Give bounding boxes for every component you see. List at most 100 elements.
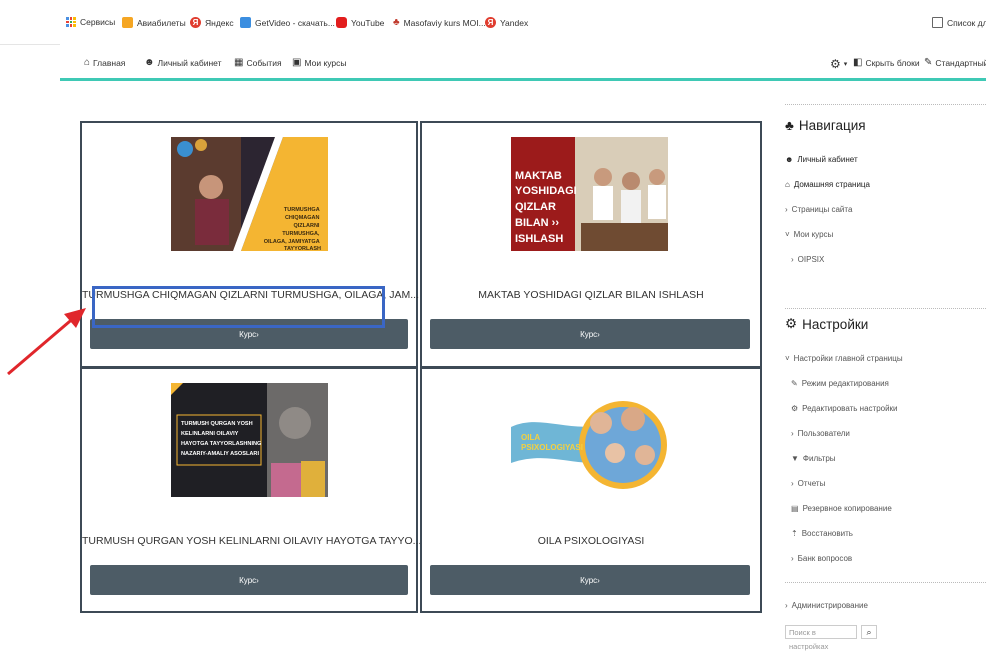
sidebar-item-restore[interactable]: ⇡ Восстановить: [791, 529, 853, 538]
course-button[interactable]: Курс ›: [430, 565, 750, 595]
nav-my-courses[interactable]: ▣ Мои курсы: [292, 57, 347, 68]
course-title[interactable]: OILA PSIXOLOGIYASI: [422, 535, 760, 547]
sidebar-item-label: Мои курсы: [793, 230, 834, 239]
hide-blocks-button[interactable]: ◧ Скрыть блоки: [853, 57, 920, 68]
nav-calendar[interactable]: ▦ События: [234, 57, 282, 68]
sidebar-item-administration[interactable]: › Администрирование: [785, 601, 868, 610]
chevron-down-icon: ˅: [785, 230, 790, 239]
yandex-icon: Я: [485, 17, 496, 28]
course-image: MAKTAB YOSHIDAGI QIZLAR BILAN ›› ISHLASH: [511, 137, 668, 251]
home-icon: ⌂: [84, 57, 91, 68]
chevron-right-icon: ›: [791, 554, 794, 563]
nav-dashboard[interactable]: ☻ Личный кабинет: [144, 57, 221, 68]
sidebar-item-dashboard[interactable]: ☻ Личный кабинет: [785, 155, 858, 164]
bookmark-label: Авиабилеты: [137, 17, 186, 28]
bookmark-services[interactable]: Сервисы: [66, 17, 115, 27]
settings-search-input[interactable]: Поиск в настройках: [785, 625, 857, 651]
chevron-right-icon: ›: [597, 575, 600, 585]
block-title-label: Навигация: [798, 118, 866, 133]
bookmark-label: YouTube: [351, 17, 385, 28]
nav-label: Главная: [93, 57, 126, 68]
sidebar-item-label: Банк вопросов: [797, 554, 853, 563]
bookmark-yandex[interactable]: Я Yandex: [485, 17, 528, 28]
course-title[interactable]: MAKTAB YOSHIDAGI QIZLAR BILAN ISHLASH: [422, 289, 760, 301]
graduation-cap-icon: ♣: [393, 17, 400, 28]
sidebar-item-backup[interactable]: ▤ Резервное копирование: [791, 504, 892, 513]
gear-icon: ⚙: [830, 57, 841, 71]
chevron-right-icon: ›: [791, 429, 794, 438]
sidebar-item-site-pages[interactable]: › Страницы сайта: [785, 205, 852, 214]
nav-label: Стандартный в: [935, 57, 986, 68]
bookmark-masofaviy[interactable]: ♣ Masofaviy kurs MOI...: [393, 17, 486, 28]
sidebar-item-home[interactable]: ⌂ Домашняя страница: [785, 180, 870, 189]
settings-menu-button[interactable]: ⚙ ▾: [830, 57, 847, 71]
sidebar-item-filters[interactable]: ▼ Фильтры: [791, 454, 836, 463]
plane-ticket-icon: [122, 17, 133, 28]
chevron-right-icon: ›: [256, 575, 259, 585]
search-icon[interactable]: ⌕: [861, 625, 877, 639]
bookmark-yandex-ru[interactable]: Я Яндекс: [190, 17, 234, 28]
annotation-arrow-icon: [7, 308, 86, 376]
reading-list-icon: [932, 17, 943, 28]
sidebar-item-label: Администрирование: [791, 601, 868, 610]
sidebar-item-edit-settings[interactable]: ⚙ Редактировать настройки: [791, 404, 898, 413]
course-button[interactable]: Курс ›: [430, 319, 750, 349]
bookmark-youtube[interactable]: YouTube: [336, 17, 384, 28]
course-card[interactable]: TURMUSHGA CHIQMAGAN QIZLARNI TURMUSHGA, …: [80, 121, 419, 368]
upload-icon: ⇡: [791, 529, 798, 538]
nav-label: Личный кабинет: [157, 57, 222, 68]
bookmark-label: Яндекс: [205, 17, 234, 28]
bookmark-label: Yandex: [500, 17, 529, 28]
course-card[interactable]: TURMUSH QURGAN YOSH KELINLARNI OILAVIY H…: [80, 367, 421, 613]
bookmark-reading-list[interactable]: Список для: [932, 17, 986, 28]
course-button-label: Курс: [239, 329, 257, 339]
course-card[interactable]: MAKTAB YOSHIDAGI QIZLAR BILAN ›› ISHLASH…: [420, 121, 762, 368]
sidebar-item-label: Фильтры: [802, 454, 836, 463]
yandex-icon: Я: [190, 17, 201, 28]
bookmark-label: Список для: [947, 17, 986, 28]
sidebar-item-label: Режим редактирования: [801, 379, 889, 388]
chevron-right-icon: ›: [785, 205, 788, 214]
wrench-icon: ✎: [924, 57, 933, 68]
standard-view-button[interactable]: ✎ Стандартный в: [924, 57, 986, 68]
home-icon: ⌂: [785, 180, 790, 189]
annotation-highlight-box: [92, 286, 385, 328]
sidebar-item-label: OIPSIX: [797, 255, 825, 264]
nav-home[interactable]: ⌂ Главная: [84, 57, 125, 68]
sidebar-item-label: Страницы сайта: [791, 205, 853, 214]
briefcase-icon: ▣: [292, 57, 302, 68]
course-button[interactable]: Курс ›: [90, 565, 408, 595]
chevron-down-icon: ˅: [785, 354, 790, 363]
sidebar-item-label: Отчеты: [797, 479, 826, 488]
sidebar-item-label: Настройки главной страницы: [793, 354, 903, 363]
sidebar-item-label: Личный кабинет: [797, 155, 858, 164]
sidebar-item-course-oipsix[interactable]: › OIPSIX: [791, 255, 824, 264]
settings-block-title[interactable]: ⚙ Настройки: [785, 316, 868, 332]
sidebar-item-edit-mode[interactable]: ✎ Режим редактирования: [791, 379, 889, 388]
site-navbar: ⌂ Главная ☻ Личный кабинет ▦ События ▣ М…: [60, 44, 986, 81]
chevron-right-icon: ›: [597, 329, 600, 339]
course-image: TURMUSH QURGAN YOSH KELINLARNI OILAVIY H…: [171, 383, 328, 497]
chevron-right-icon: ›: [791, 255, 794, 264]
file-icon: ▤: [791, 504, 799, 513]
chevron-down-icon: ▾: [843, 61, 848, 68]
bookmark-getvideo[interactable]: GetVideo - скачать...: [240, 17, 335, 28]
course-title[interactable]: TURMUSH QURGAN YOSH KELINLARNI OILAVIY H…: [82, 535, 421, 547]
course-card[interactable]: OILA PSIXOLOGIYASI OILA PSIXOLOGIYASI Ку…: [420, 367, 762, 613]
chevron-right-icon: ›: [785, 601, 788, 610]
sidebar-item-my-courses[interactable]: ˅ Мои курсы: [785, 230, 833, 239]
navigation-block-title[interactable]: ♣ Навигация: [785, 118, 866, 133]
sidebar-item-reports[interactable]: › Отчеты: [791, 479, 825, 488]
sitemap-icon: ♣: [785, 118, 794, 133]
sidebar-item-question-bank[interactable]: › Банк вопросов: [791, 554, 852, 563]
sidebar-item-frontpage-settings[interactable]: ˅ Настройки главной страницы: [785, 354, 903, 363]
bookmark-label: Masofaviy kurs MOI...: [403, 17, 486, 28]
block-title-label: Настройки: [802, 316, 869, 332]
sidebar-item-label: Редактировать настройки: [802, 404, 898, 413]
sidebar-item-users[interactable]: › Пользователи: [791, 429, 850, 438]
chevron-right-icon: ›: [256, 329, 259, 339]
course-button-label: Курс: [580, 329, 598, 339]
getvideo-icon: [240, 17, 251, 28]
apps-grid-icon: [66, 17, 76, 27]
bookmark-aviatickets[interactable]: Авиабилеты: [122, 17, 186, 28]
